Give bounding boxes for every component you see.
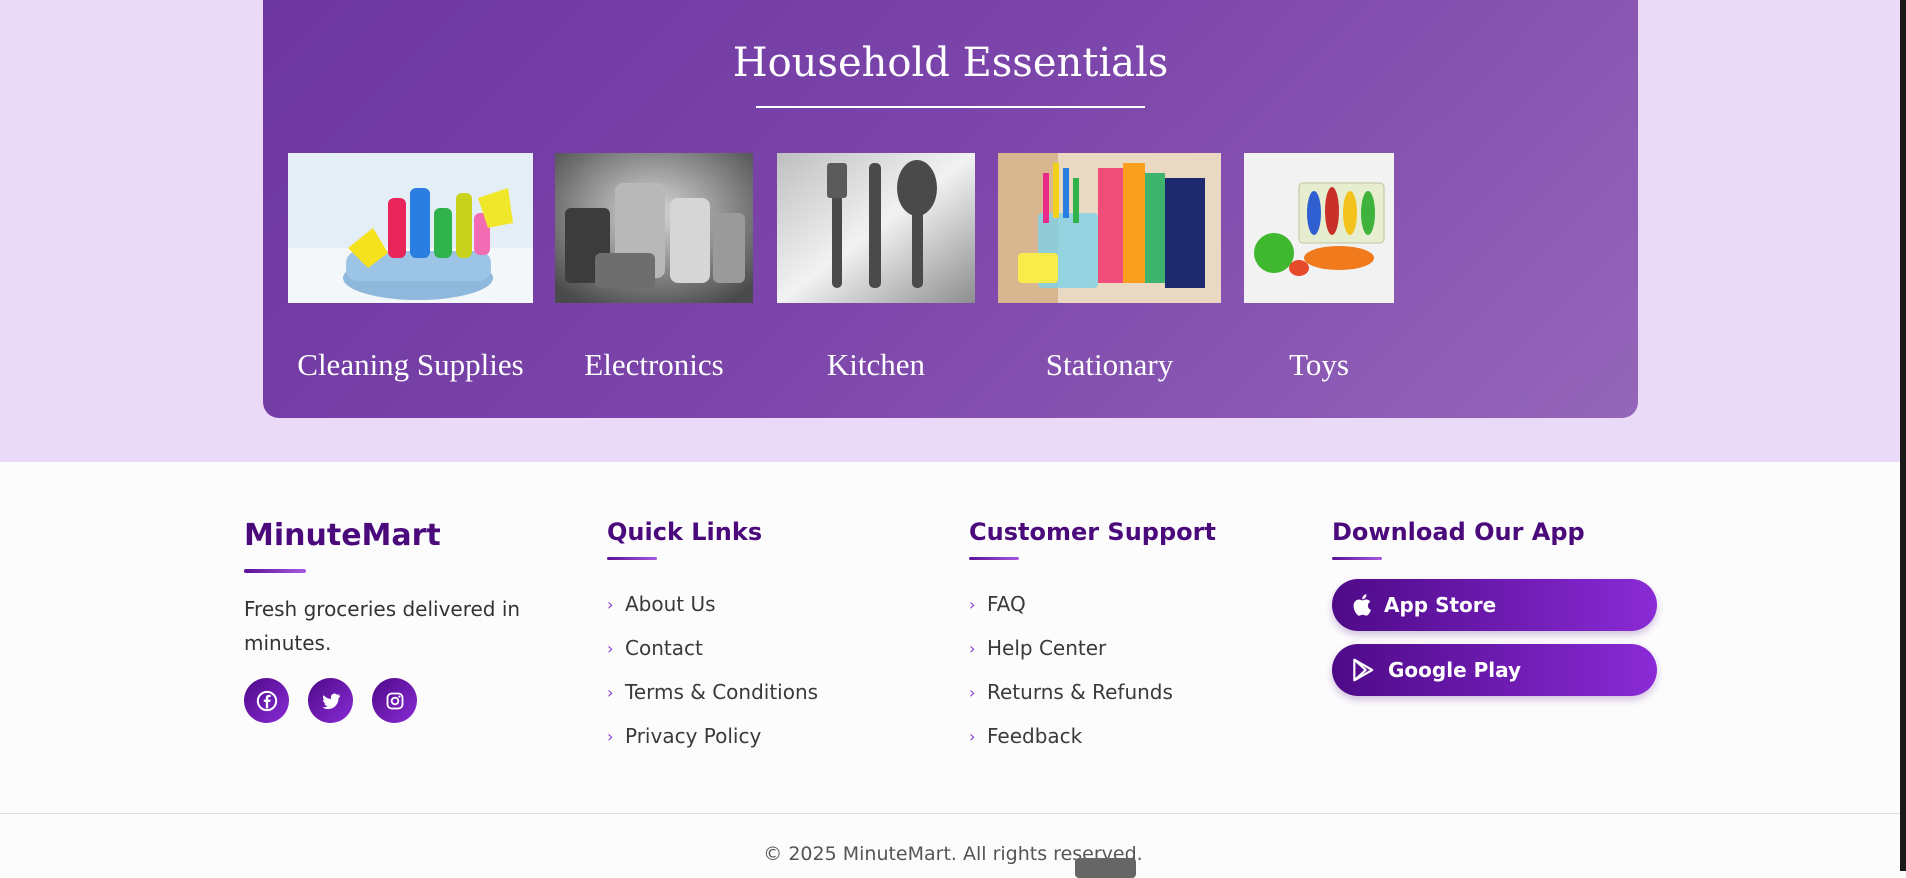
category-label: Electronics [584,347,724,382]
support-underline [969,557,1019,560]
google-play-button[interactable]: Google Play [1332,644,1657,696]
chevron-right-icon: › [607,638,614,658]
quick-links-title: Quick Links [607,518,763,546]
category-label: Kitchen [826,347,926,382]
scroll-to-top-button[interactable] [1075,858,1136,878]
footer-link-about-us[interactable]: › About Us [607,582,818,626]
footer-link-contact[interactable]: › Contact [607,626,818,670]
support-list: › FAQ › Help Center › Returns & Refunds › Fe… [969,582,1173,758]
toys-image [1244,153,1394,303]
support-title: Customer Support [969,518,1216,546]
household-essentials-card: Household Essentials Cleaning Supplies E… [263,0,1638,418]
facebook-button[interactable] [244,678,289,723]
footer-link-feedback[interactable]: › Feedback [969,714,1173,758]
kitchen-image [777,153,975,303]
app-store-label: App Store [1384,593,1497,617]
brand-name: MinuteMart [244,518,441,553]
electronics-image [555,153,753,303]
twitter-button[interactable] [308,678,353,723]
brand-underline [244,569,306,573]
chevron-right-icon: › [969,682,976,702]
category-label: Cleaning Supplies [297,347,524,382]
cleaning-supplies-image [288,153,533,303]
download-app-title: Download Our App [1332,518,1585,546]
twitter-icon [321,693,340,709]
google-play-icon [1350,657,1376,683]
section-title: Household Essentials [732,40,1169,86]
instagram-icon [386,692,403,709]
chevron-right-icon: › [969,638,976,658]
social-links [244,678,417,723]
google-play-label: Google Play [1388,658,1522,682]
brand-description: Fresh groceries delivered in minutes. [244,597,521,655]
footer-link-terms[interactable]: › Terms & Conditions [607,670,818,714]
category-label: Toys [1289,347,1349,382]
quick-links-list: › About Us › Contact › Terms & Conditions ›… [607,582,818,758]
download-app-underline [1332,557,1382,560]
app-store-button[interactable]: App Store [1332,579,1657,631]
footer-divider [0,813,1906,814]
footer-link-privacy[interactable]: › Privacy Policy [607,714,818,758]
footer-link-faq[interactable]: › FAQ [969,582,1173,626]
chevron-right-icon: › [607,594,614,614]
footer-link-returns[interactable]: › Returns & Refunds [969,670,1173,714]
footer-link-help-center[interactable]: › Help Center [969,626,1173,670]
title-underline [756,106,1145,108]
chevron-right-icon: › [607,726,614,746]
facebook-icon [256,690,277,711]
chevron-right-icon: › [969,726,976,746]
instagram-button[interactable] [372,678,417,723]
chevron-right-icon: › [607,682,614,702]
window-edge [1900,0,1906,871]
chevron-right-icon: › [969,594,976,614]
copyright-text: © 2025 MinuteMart. All rights reserved. [763,843,1143,865]
apple-icon [1350,593,1372,617]
category-label: Stationary [1045,347,1174,382]
quick-links-underline [607,557,657,560]
stationary-image [998,153,1221,303]
